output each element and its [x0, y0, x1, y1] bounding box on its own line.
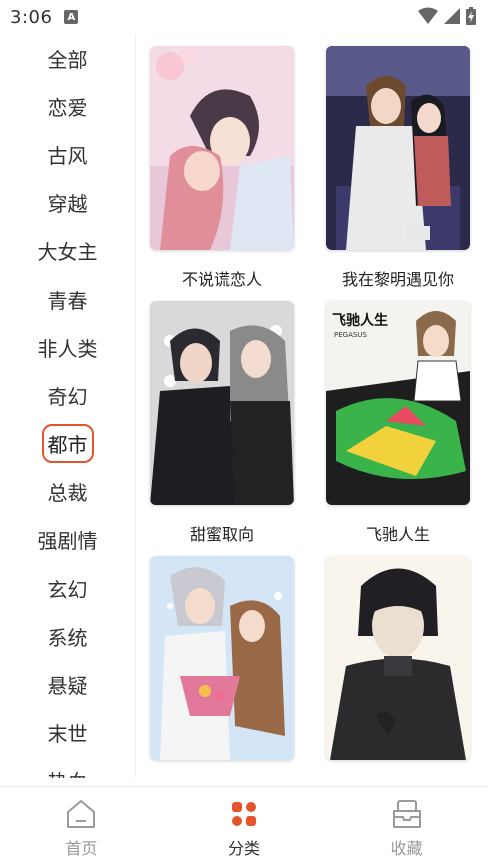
comic-card[interactable]: 我在黎明遇见你	[326, 46, 470, 290]
category-item[interactable]: 古风	[0, 130, 135, 178]
comic-card[interactable]	[326, 556, 470, 776]
category-item[interactable]: 热血	[0, 757, 135, 778]
category-item[interactable]: 非人类	[0, 323, 135, 371]
comic-cover[interactable]	[326, 46, 470, 250]
comic-cover[interactable]	[150, 46, 294, 250]
cover-logo-text: 飞驰人生	[332, 312, 388, 329]
comic-card[interactable]: 飞驰人生 PEGASUS 飞驰人生	[326, 301, 470, 545]
comic-cover[interactable]	[326, 556, 470, 760]
nav-favorites-label: 收藏	[390, 839, 423, 858]
home-icon	[67, 800, 96, 828]
comic-card[interactable]: 甜蜜取向	[150, 301, 294, 545]
category-sidebar[interactable]: 全部 恋爱 古风 穿越 大女主 青春 非人类 奇幻 都市 总裁 强剧情 玄幻 系…	[0, 34, 136, 778]
status-time: 3:06	[10, 6, 53, 28]
category-item[interactable]: 强剧情	[0, 516, 135, 564]
signal-icon	[444, 8, 460, 24]
nav-home[interactable]: 首页	[0, 787, 163, 867]
comic-title: 甜蜜取向	[189, 525, 254, 544]
category-item[interactable]: 恋爱	[0, 82, 135, 130]
category-item[interactable]: 奇幻	[0, 371, 135, 419]
comic-cover[interactable]: 飞驰人生 PEGASUS	[326, 301, 470, 505]
category-item[interactable]: 穿越	[0, 179, 135, 227]
nav-favorites[interactable]: 收藏	[325, 787, 488, 867]
category-item[interactable]: 玄幻	[0, 564, 135, 612]
notification-icon: A	[64, 10, 79, 24]
comic-grid: 不说谎恋人 我在黎明遇见你 甜蜜取向 飞驰人生 PEGASUS 飞驰人生	[137, 34, 488, 778]
cover-sub-text: PEGASUS	[334, 331, 367, 339]
category-item-active[interactable]: 都市	[0, 420, 135, 468]
category-item[interactable]: 青春	[0, 275, 135, 323]
category-item[interactable]: 悬疑	[0, 660, 135, 708]
category-item[interactable]: 全部	[0, 34, 135, 82]
category-icon	[232, 802, 256, 826]
category-item[interactable]: 大女主	[0, 227, 135, 275]
category-item[interactable]: 总裁	[0, 468, 135, 516]
favorites-icon	[392, 800, 421, 828]
comic-cover[interactable]	[150, 301, 294, 505]
nav-category-label: 分类	[228, 839, 261, 858]
comic-cover[interactable]	[150, 556, 294, 760]
nav-category[interactable]: 分类	[163, 787, 326, 867]
comic-title: 我在黎明遇见你	[341, 270, 454, 289]
wifi-icon	[418, 7, 438, 24]
nav-home-label: 首页	[65, 839, 98, 858]
battery-icon	[466, 7, 476, 25]
status-icons	[418, 7, 476, 25]
category-item[interactable]: 末世	[0, 709, 135, 757]
comic-title: 飞驰人生	[365, 525, 430, 544]
comic-title: 不说谎恋人	[181, 270, 262, 289]
category-item[interactable]: 系统	[0, 612, 135, 660]
comic-card[interactable]: 不说谎恋人	[150, 46, 294, 290]
comic-card[interactable]	[150, 556, 294, 776]
status-bar: 3:06 A	[0, 0, 488, 34]
bottom-navigation: 首页 分类 收藏	[0, 786, 488, 867]
